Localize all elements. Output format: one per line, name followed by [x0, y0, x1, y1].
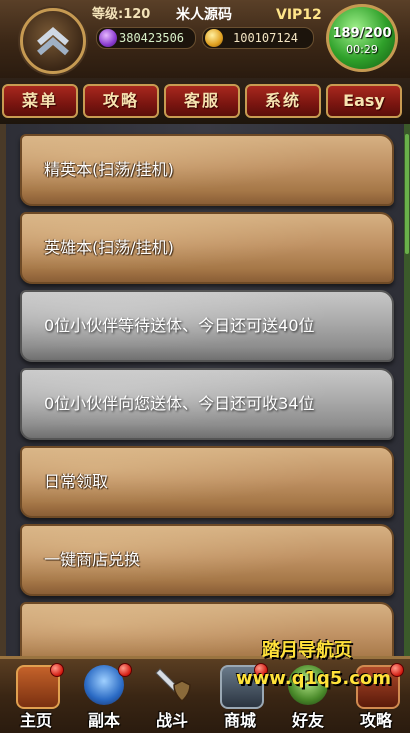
rank-badge[interactable] [20, 8, 86, 74]
list-item-label: 精英本(扫荡/挂机) [44, 160, 174, 179]
list-frame [0, 124, 6, 656]
energy-timer: 00:29 [346, 43, 378, 56]
gem-counter[interactable]: 380423506 [96, 27, 196, 49]
nav-home[interactable]: 主页 [2, 659, 70, 733]
chevron-rank-icon [37, 27, 69, 56]
notification-dot [390, 663, 404, 677]
menu-list[interactable]: 精英本(扫荡/挂机) 英雄本(扫荡/挂机) 0位小伙伴等待送体、今日还可送40位… [0, 124, 410, 656]
nav-label: 战斗 [155, 711, 188, 730]
watermark-url: www.q1q5.com [236, 668, 392, 689]
list-item-label: 日常领取 [44, 472, 109, 491]
vip-level[interactable]: VIP12 [276, 6, 322, 24]
nav-label: 主页 [19, 711, 52, 730]
energy-value: 189/200 [332, 26, 392, 41]
tab-menu[interactable]: 菜单 [2, 84, 78, 118]
gold-counter[interactable]: 100107124 [202, 27, 314, 49]
nav-label: 副本 [87, 711, 120, 730]
list-item-label: 0位小伙伴等待送体、今日还可送40位 [44, 316, 315, 335]
tab-easy[interactable]: Easy [326, 84, 402, 118]
nav-battle[interactable]: 战斗 [138, 659, 206, 733]
scrollbar-thumb[interactable] [405, 134, 409, 254]
sword-shield-icon [155, 668, 191, 702]
notification-dot [118, 663, 132, 677]
gold-amount: 100107124 [233, 31, 299, 45]
scrollbar-track[interactable] [404, 124, 410, 656]
list-item-shop-exchange[interactable]: 一键商店兑换 [20, 524, 394, 596]
list-item-hero-dungeon[interactable]: 英雄本(扫荡/挂机) [20, 212, 394, 284]
energy-orb[interactable]: 189/200 00:29 [326, 4, 398, 72]
nav-dungeon[interactable]: 副本 [70, 659, 138, 733]
list-item-label: 英雄本(扫荡/挂机) [44, 238, 174, 257]
nav-label: 商城 [223, 711, 256, 730]
top-status-bar: 等级:120 米人源码 VIP12 380423506 100107124 18… [0, 0, 410, 81]
tab-system[interactable]: 系统 [245, 84, 321, 118]
gem-icon [99, 29, 117, 47]
gold-coin-icon [205, 29, 223, 47]
player-name: 米人源码 [176, 7, 232, 23]
tab-guide[interactable]: 攻略 [83, 84, 159, 118]
list-item-daily-claim[interactable]: 日常领取 [20, 446, 394, 518]
list-item-receive-stamina[interactable]: 0位小伙伴向您送体、今日还可收34位 [20, 368, 394, 440]
notification-dot [50, 663, 64, 677]
tab-support[interactable]: 客服 [164, 84, 240, 118]
list-item-elite-dungeon[interactable]: 精英本(扫荡/挂机) [20, 134, 394, 206]
watermark-title: 踏月导航页 [262, 640, 352, 661]
nav-label: 攻略 [359, 711, 392, 730]
gem-amount: 380423506 [119, 31, 185, 45]
list-item-label: 0位小伙伴向您送体、今日还可收34位 [44, 394, 315, 413]
list-item-send-stamina[interactable]: 0位小伙伴等待送体、今日还可送40位 [20, 290, 394, 362]
nav-label: 好友 [291, 711, 324, 730]
player-level: 等级:120 [92, 7, 151, 22]
list-item-label: 一键商店兑换 [44, 550, 141, 569]
top-tab-bar: 菜单 攻略 客服 系统 Easy [0, 78, 410, 124]
